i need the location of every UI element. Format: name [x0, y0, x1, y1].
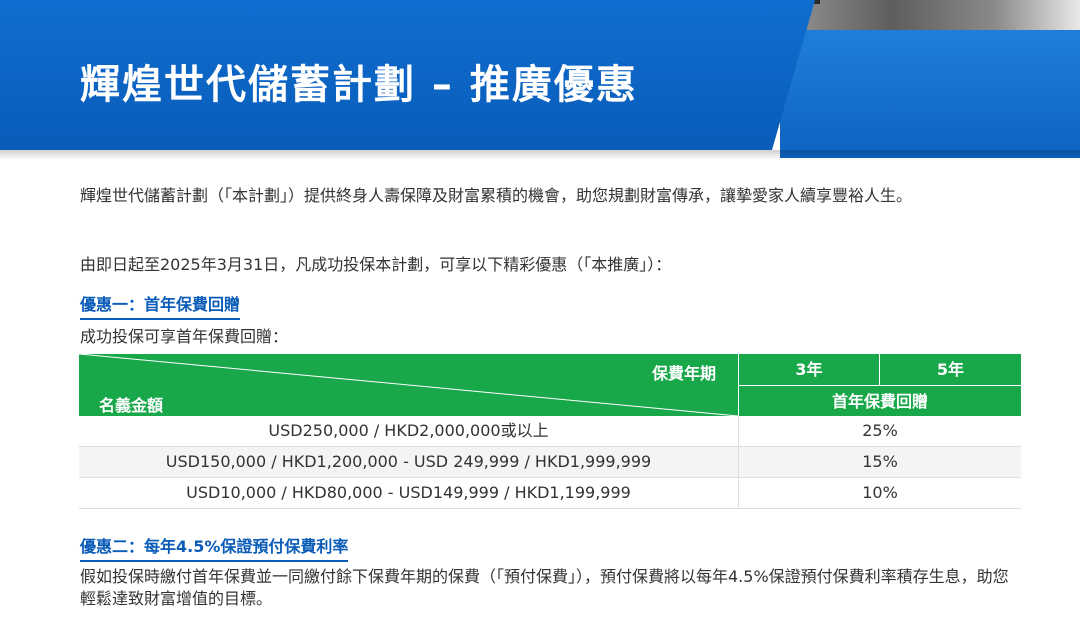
amount-cell: USD250,000 / HKD2,000,000或以上: [268, 421, 549, 440]
offer2-heading: 優惠二：每年4.5%保證預付保費利率: [80, 536, 349, 562]
table-row: USD10,000 / HKD80,000 - USD149,999 / HKD…: [79, 478, 1021, 509]
rebate-rate-cell: 10%: [738, 478, 1021, 508]
offer2-description: 假如投保時繳付首年保費並一同繳付餘下保費年期的保費（「預付保費」），預付保費將以…: [80, 567, 1009, 608]
hero-accent-band: [780, 30, 1080, 158]
table-row: USD250,000 / HKD2,000,000或以上 25%: [79, 416, 1021, 447]
promotion-period-paragraph: 由即日起至2025年3月31日，凡成功投保本計劃，可享以下精彩優惠（「本推廣」）…: [80, 255, 672, 274]
amount-cell: USD150,000 / HKD1,200,000 - USD 249,999 …: [165, 452, 652, 471]
premium-rebate-table: 保費年期 名義金額 3年 5年 首年保費回贈 USD250,000 / HKD2…: [79, 354, 1021, 509]
rebate-rate-cell: 15%: [738, 447, 1021, 477]
term-3-years-header: 3年: [738, 354, 879, 385]
table-header: 保費年期 名義金額 3年 5年 首年保費回贈: [79, 354, 1021, 416]
premium-term-label: 保費年期: [651, 364, 716, 383]
amount-cell: USD10,000 / HKD80,000 - USD149,999 / HKD…: [186, 483, 631, 502]
notional-amount-label: 名義金額: [99, 396, 164, 415]
term-5-years-header: 5年: [879, 354, 1021, 385]
hero-shadow: [0, 150, 1080, 160]
offer1-heading: 優惠一：首年保費回贈: [80, 294, 241, 320]
diagonal-divider-line: [79, 354, 738, 416]
diagonal-header-cell: 保費年期 名義金額: [79, 354, 738, 416]
intro-paragraph: 輝煌世代儲蓄計劃（「本計劃」）提供終身人壽保障及財富累積的機會，助您規劃財富傳承…: [80, 186, 913, 205]
first-year-rebate-header: 首年保費回贈: [738, 385, 1021, 416]
page-title: 輝煌世代儲蓄計劃 – 推廣優惠: [80, 62, 638, 108]
offer1-description: 成功投保可享首年保費回贈：: [80, 327, 289, 346]
table-row: USD150,000 / HKD1,200,000 - USD 249,999 …: [79, 447, 1021, 478]
hero-banner: 輝煌世代儲蓄計劃 – 推廣優惠: [0, 0, 1080, 160]
rebate-rate-cell: 25%: [738, 416, 1021, 446]
